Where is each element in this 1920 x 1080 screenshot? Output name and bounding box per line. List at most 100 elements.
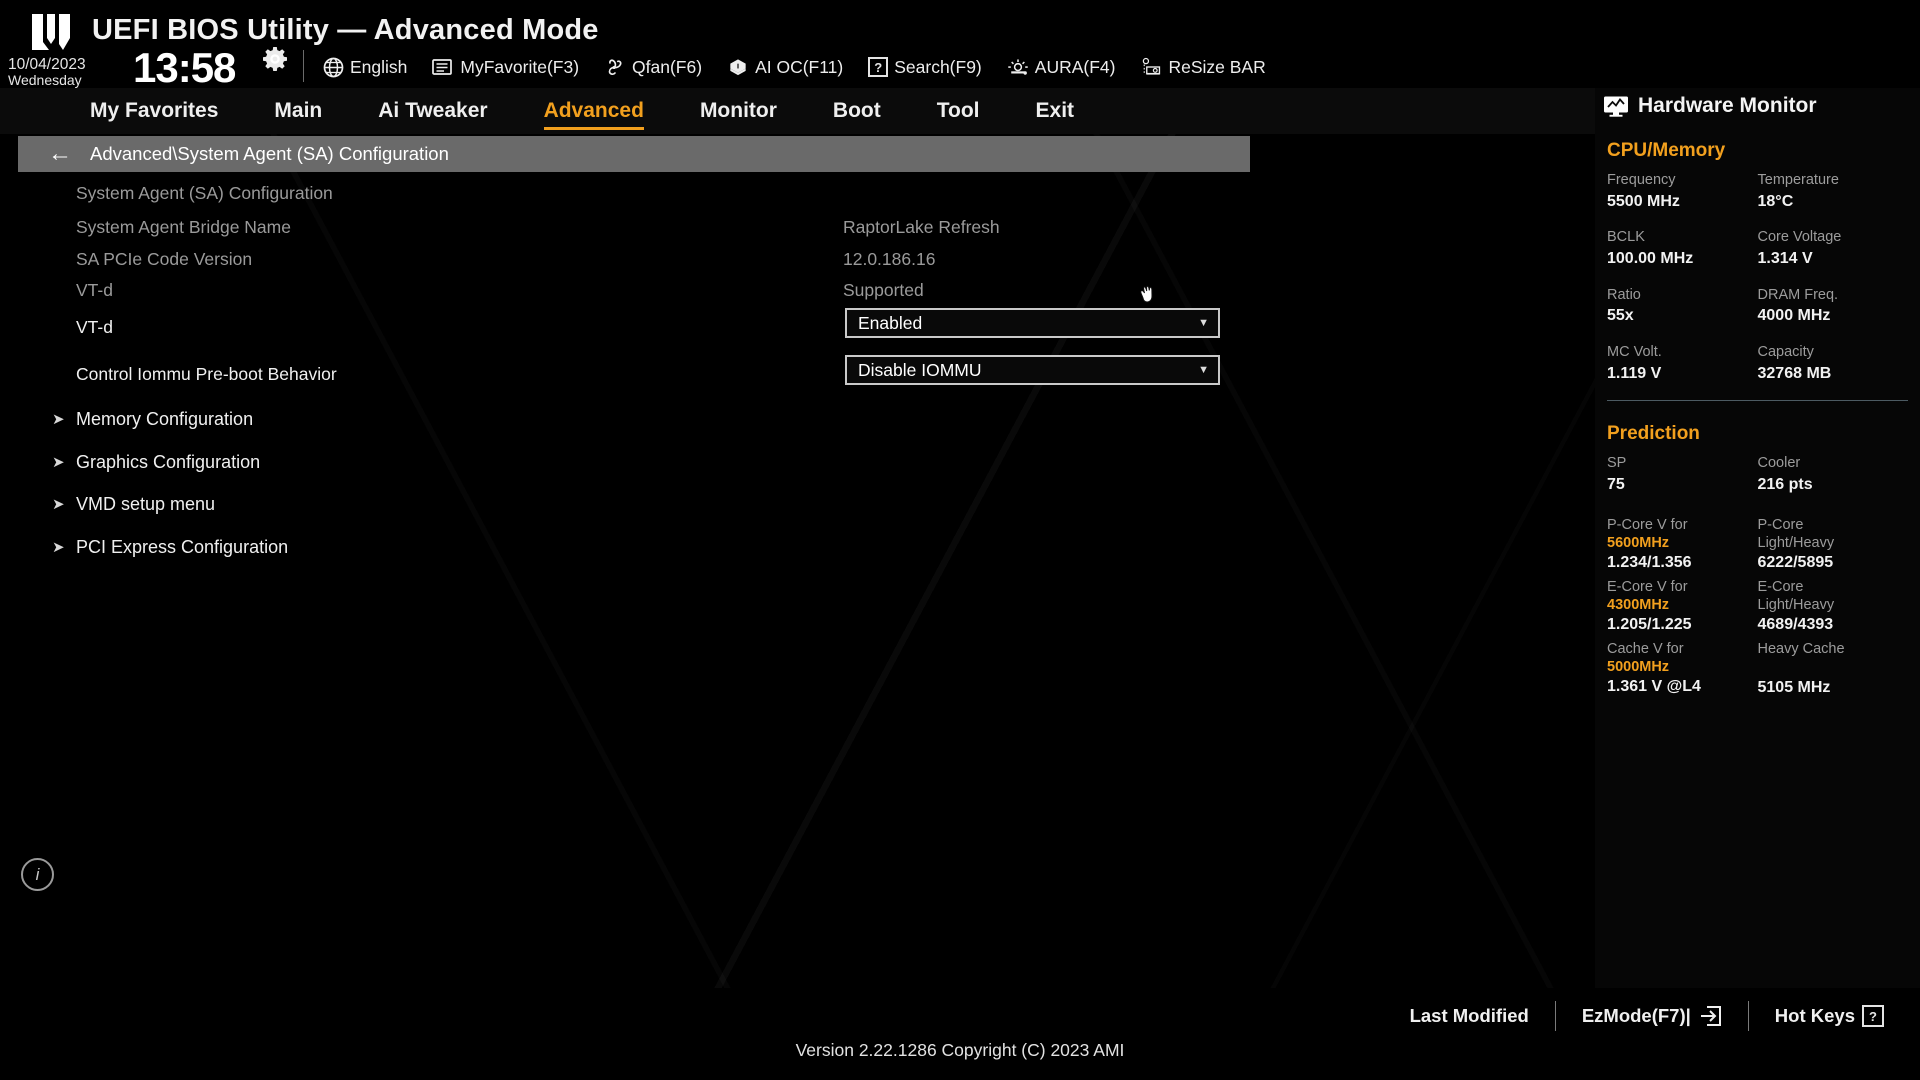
submenu-label-pci-express-configuration: PCI Express Configuration xyxy=(76,536,289,557)
nav-item-ai-tweaker[interactable]: Ai Tweaker xyxy=(350,94,515,128)
readout-cache-voltage: Cache V for 5000MHz 1.361 V @L4 xyxy=(1607,640,1758,699)
readout-value-frequency: 5500 MHz xyxy=(1607,192,1680,210)
info-label-vtd-supported: VT-d xyxy=(76,279,113,300)
cpu-memory-readouts: Frequency 5500 MHz Temperature 18°C BCLK… xyxy=(1595,171,1920,384)
hardware-monitor-header: Hardware Monitor xyxy=(1595,88,1920,118)
setting-label-vtd: VT-d xyxy=(76,316,113,337)
last-modified-button[interactable]: Last Modified xyxy=(1410,1005,1529,1027)
info-value-vtd-supported: Supported xyxy=(843,279,924,300)
submenu-label-memory-configuration: Memory Configuration xyxy=(76,408,254,429)
info-row-vtd-supported: VT-d Supported xyxy=(0,273,1290,307)
readout-value-pcore-v: 1.234/1.356 xyxy=(1607,553,1692,571)
back-arrow-icon[interactable]: ← xyxy=(48,142,72,166)
readout-key-bclk: BCLK xyxy=(1607,229,1645,246)
date-display: 10/04/2023 Wednesday xyxy=(8,56,128,89)
tool-qfan-label: Qfan(F6) xyxy=(632,56,703,77)
setting-dropdown-vtd[interactable]: Enabled ▼ xyxy=(845,308,1220,338)
hot-keys-label: Hot Keys xyxy=(1774,1005,1855,1026)
clock-display: 13:58 xyxy=(133,44,236,91)
setting-dropdown-iommu-value: Disable IOMMU xyxy=(858,359,982,380)
nav-item-monitor[interactable]: Monitor xyxy=(672,94,805,128)
info-help-button[interactable]: i xyxy=(21,858,54,891)
chevron-right-icon: ➤ xyxy=(52,539,65,556)
readout-key-cache-v: Cache V for xyxy=(1607,640,1684,657)
tool-search[interactable]: ? Search(F9) xyxy=(868,57,993,78)
hot-keys-button[interactable]: Hot Keys ? xyxy=(1775,1005,1884,1027)
prediction-core-block: P-Core V for 5600MHz 1.234/1.356 P-Core … xyxy=(1607,516,1908,699)
readout-key-ecore: E-Core xyxy=(1757,578,1804,595)
version-text: Version 2.22.1286 Copyright (C) 2023 AMI xyxy=(795,1040,1125,1060)
tool-ai-oc[interactable]: AI OC(F11) xyxy=(727,56,854,78)
readout-key-dram-freq: DRAM Freq. xyxy=(1757,286,1839,303)
question-box-icon: ? xyxy=(868,57,889,77)
header-divider xyxy=(303,50,304,82)
tool-language[interactable]: English xyxy=(322,56,418,78)
readout-key-mc-volt: MC Volt. xyxy=(1607,344,1662,361)
breadcrumb[interactable]: ← Advanced\System Agent (SA) Configurati… xyxy=(18,136,1250,172)
app-title: UEFI BIOS Utility — Advanced Mode xyxy=(92,14,599,46)
tool-myfavorite[interactable]: MyFavorite(F3) xyxy=(432,56,590,78)
readout-row-mc-volt-capacity: MC Volt. 1.119 V Capacity 32768 MB xyxy=(1607,343,1908,384)
weekday-value: Wednesday xyxy=(8,72,82,89)
readout-key-pcore-lightheavy: Light/Heavy xyxy=(1757,535,1835,552)
readout-sp: SP 75 xyxy=(1607,454,1758,495)
readout-row-cache: Cache V for 5000MHz 1.361 V @L4 Heavy Ca… xyxy=(1607,640,1908,699)
readout-key-pcore-freq: 5600MHz xyxy=(1607,535,1670,552)
favorites-icon xyxy=(432,56,454,78)
setting-dropdown-iommu[interactable]: Disable IOMMU ▼ xyxy=(845,355,1220,385)
question-box-icon: ? xyxy=(1862,1005,1884,1027)
readout-key-cooler: Cooler xyxy=(1757,455,1801,472)
prediction-readouts: SP 75 Cooler 216 pts P-Core V for 5600MH… xyxy=(1595,454,1920,698)
chevron-right-icon: ➤ xyxy=(52,454,65,471)
readout-dram-freq: DRAM Freq. 4000 MHz xyxy=(1758,286,1909,327)
submenu-label-vmd-setup-menu: VMD setup menu xyxy=(76,493,216,514)
readout-value-ecore-v: 1.205/1.225 xyxy=(1607,615,1692,633)
globe-icon xyxy=(322,56,344,78)
submenu-memory-configuration[interactable]: ➤ Memory Configuration xyxy=(0,398,1290,440)
readout-value-temperature: 18°C xyxy=(1757,192,1794,210)
submenu-graphics-configuration[interactable]: ➤ Graphics Configuration xyxy=(0,441,1290,483)
readout-row-ecore: E-Core V for 4300MHz 1.205/1.225 E-Core … xyxy=(1607,578,1908,636)
readout-value-dram-freq: 4000 MHz xyxy=(1757,307,1831,325)
readout-value-cooler: 216 pts xyxy=(1757,475,1813,493)
submenu-pci-express-configuration[interactable]: ➤ PCI Express Configuration xyxy=(0,526,1290,568)
readout-value-heavy-cache: 5105 MHz xyxy=(1757,679,1831,697)
nav-item-main[interactable]: Main xyxy=(246,94,350,128)
aura-light-icon xyxy=(1007,56,1029,78)
tool-qfan[interactable]: Qfan(F6) xyxy=(604,56,713,78)
tool-resize-bar[interactable]: ReSize BAR xyxy=(1140,56,1276,78)
readout-row-ratio-dram-freq: Ratio 55x DRAM Freq. 4000 MHz xyxy=(1607,286,1908,327)
readout-pcore-lightheavy: P-Core Light/Heavy 6222/5895 xyxy=(1758,516,1909,574)
ai-oc-icon xyxy=(727,56,749,78)
readout-temperature: Temperature 18°C xyxy=(1758,171,1909,212)
info-value-sa-pcie-version: 12.0.186.16 xyxy=(843,248,936,269)
nav-item-exit[interactable]: Exit xyxy=(1008,94,1103,128)
info-label-sa-pcie-version: SA PCIe Code Version xyxy=(76,248,253,269)
nav-item-tool[interactable]: Tool xyxy=(909,94,1008,128)
tool-ai-oc-label: AI OC(F11) xyxy=(755,56,844,77)
hardware-monitor-panel: Hardware Monitor CPU/Memory Frequency 55… xyxy=(1595,88,1920,988)
info-label-bridge-name: System Agent Bridge Name xyxy=(76,216,291,237)
sidebar-divider xyxy=(1607,400,1908,402)
readout-value-bclk: 100.00 MHz xyxy=(1607,249,1694,267)
gear-icon[interactable] xyxy=(262,46,288,72)
footer-actions: Last Modified EzMode(F7)| Hot Keys ? xyxy=(1410,996,1884,1036)
readout-key-cache-freq: 5000MHz xyxy=(1607,659,1670,676)
ezmode-button[interactable]: EzMode(F7)| xyxy=(1582,1005,1722,1027)
nav-item-my-favorites[interactable]: My Favorites xyxy=(62,94,246,128)
readout-key-sp: SP xyxy=(1607,455,1627,472)
nav-item-advanced[interactable]: Advanced xyxy=(516,94,672,130)
tool-myfavorite-label: MyFavorite(F3) xyxy=(460,56,580,77)
readout-key-core-voltage: Core Voltage xyxy=(1757,229,1842,246)
tool-aura[interactable]: AURA(F4) xyxy=(1007,56,1127,78)
settings-panel: System Agent (SA) Configuration System A… xyxy=(0,172,1290,891)
setting-dropdown-vtd-value: Enabled xyxy=(858,312,923,333)
hardware-monitor-title: Hardware Monitor xyxy=(1638,94,1817,117)
info-row-sa-pcie-version: SA PCIe Code Version 12.0.186.16 xyxy=(0,242,1290,276)
submenu-vmd-setup-menu[interactable]: ➤ VMD setup menu xyxy=(0,483,1290,525)
nav-item-boot[interactable]: Boot xyxy=(805,94,909,128)
footer-bar: Last Modified EzMode(F7)| Hot Keys ? Ver… xyxy=(0,988,1920,1080)
readout-key-pcore: P-Core xyxy=(1757,516,1804,533)
readout-capacity: Capacity 32768 MB xyxy=(1758,343,1909,384)
footer-divider xyxy=(1554,1001,1556,1031)
